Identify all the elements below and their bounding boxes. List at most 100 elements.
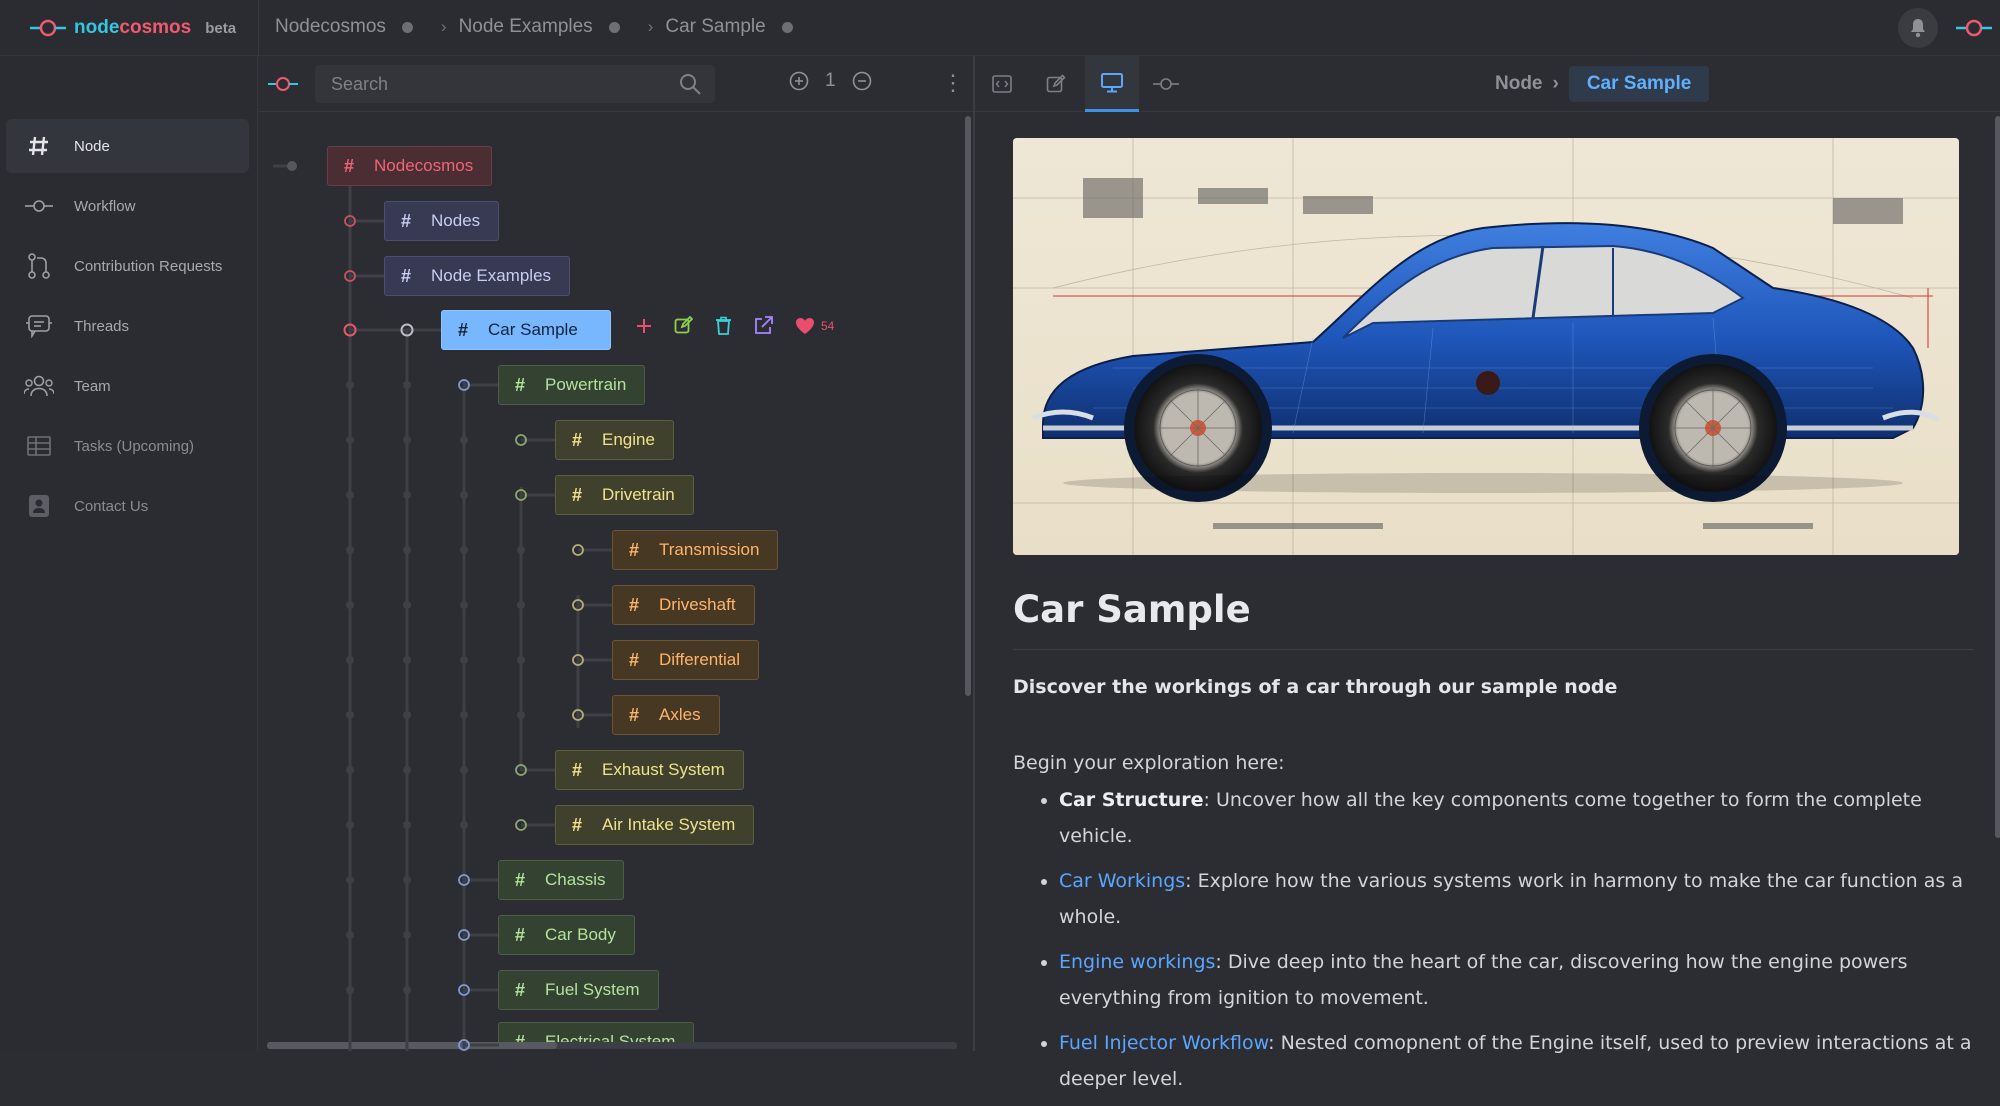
breadcrumb-parent[interactable]: Node	[1495, 73, 1543, 95]
sidebar: Node Workflow Contribution Requests Thre…	[0, 56, 258, 1051]
list-item: Car Structure: Uncover how all the key c…	[1059, 782, 1973, 854]
top-bar: nodecosmos beta Nodecosmos › Node Exampl…	[0, 0, 2000, 56]
workflow-icon	[268, 77, 298, 91]
breadcrumb-current[interactable]: Car Sample	[1568, 66, 1710, 102]
sidebar-item-threads[interactable]: Threads	[6, 299, 249, 353]
zoom-in-icon[interactable]	[789, 71, 809, 91]
hash-icon	[24, 131, 54, 161]
tree-node[interactable]: # Engine	[555, 420, 674, 460]
tree-node[interactable]: # Nodecosmos	[327, 146, 493, 186]
tree-connectors	[273, 161, 613, 1051]
hash-icon: #	[515, 374, 526, 395]
sidebar-item-label: Node	[74, 137, 110, 155]
hash-icon: #	[572, 814, 583, 835]
delete-icon[interactable]	[715, 316, 732, 335]
tree-node[interactable]: # Transmission	[612, 530, 779, 570]
tree-node[interactable]: # Chassis	[498, 860, 625, 900]
tab-markdown[interactable]	[975, 56, 1029, 112]
hash-icon: #	[344, 155, 355, 176]
user-menu-icon[interactable]	[1956, 18, 1992, 38]
tree-node[interactable]: # Nodes	[384, 201, 500, 241]
detail-toolbar: Node › Car Sample	[975, 56, 2000, 112]
lead-text: Discover the workings of a car through o…	[1013, 676, 1618, 698]
like-count: 54	[821, 318, 835, 333]
list-item: Car Workings: Explore how the various sy…	[1059, 863, 1973, 935]
tree-node[interactable]: # Electrical System	[498, 1022, 695, 1043]
edit-icon[interactable]	[674, 316, 693, 335]
page-title: Car Sample	[1013, 588, 1973, 650]
code-box-icon	[992, 75, 1012, 93]
zoom-controls: 1	[789, 70, 872, 92]
hash-icon: #	[401, 265, 412, 286]
intro-text: Begin your exploration here:	[1013, 752, 1285, 774]
sidebar-item-workflow[interactable]: Workflow	[6, 179, 249, 233]
tree-node[interactable]: # Drivetrain	[555, 475, 694, 515]
monitor-icon	[1101, 72, 1123, 92]
tree-node[interactable]: # Powertrain	[498, 365, 646, 405]
engine-workings-link[interactable]: Engine workings	[1059, 951, 1215, 973]
detail-breadcrumb: Node › Car Sample	[1495, 66, 1710, 102]
tree-node-selected[interactable]: # Car Sample	[441, 310, 611, 350]
team-icon	[24, 371, 54, 401]
notifications-button[interactable]	[1898, 8, 1938, 48]
sidebar-item-label: Threads	[74, 317, 130, 335]
hash-icon: #	[515, 869, 526, 890]
sidebar-item-label: Tasks (Upcoming)	[74, 437, 195, 455]
sidebar-item-tasks[interactable]: Tasks (Upcoming)	[6, 419, 249, 473]
tab-view[interactable]	[1085, 56, 1139, 112]
add-node-icon[interactable]	[636, 318, 652, 334]
tab-edit[interactable]	[1029, 56, 1083, 112]
search-icon	[680, 74, 701, 95]
hash-icon: #	[515, 1031, 526, 1043]
breadcrumb-item[interactable]: Car Sample	[665, 16, 820, 38]
app-logo[interactable]: nodecosmos beta	[30, 17, 236, 39]
edit-icon	[1046, 74, 1066, 93]
sidebar-item-contact-us[interactable]: Contact Us	[6, 479, 249, 533]
workflow-icon	[1153, 78, 1179, 90]
tree-node[interactable]: # Air Intake System	[555, 805, 755, 845]
tree-node[interactable]: # Differential	[612, 640, 759, 680]
hash-icon: #	[572, 759, 583, 780]
chevron-right-icon: ›	[440, 17, 447, 36]
heart-icon[interactable]	[795, 317, 815, 335]
open-external-icon[interactable]	[754, 316, 773, 335]
tree-node[interactable]: # Exhaust System	[555, 750, 744, 790]
tree-node[interactable]: # Car Body	[498, 915, 635, 955]
node-description: Car Sample Discover the workings of a ca…	[1013, 588, 1973, 1106]
workflow-icon	[24, 191, 54, 221]
hash-icon: #	[629, 539, 640, 560]
node-actions: 54	[636, 316, 834, 335]
more-options-icon[interactable]: ⋮	[942, 72, 964, 94]
beta-badge: beta	[205, 19, 237, 37]
tree-node[interactable]: # Node Examples	[384, 256, 571, 296]
sidebar-item-node[interactable]: Node	[6, 119, 249, 173]
car-blueprint-image	[1013, 138, 1959, 555]
tree-node[interactable]: # Driveshaft	[612, 585, 755, 625]
tree-node-clip: # Electrical System	[498, 1022, 695, 1043]
zoom-out-icon[interactable]	[852, 71, 872, 91]
vertical-scrollbar[interactable]	[1995, 116, 2000, 838]
threads-icon	[24, 311, 54, 341]
hash-icon: #	[629, 704, 640, 725]
table-icon	[24, 431, 54, 461]
tree-node[interactable]: # Axles	[612, 695, 720, 735]
search-input[interactable]: Search	[315, 65, 715, 103]
sidebar-item-contribution-requests[interactable]: Contribution Requests	[6, 239, 249, 293]
car-workings-link[interactable]: Car Workings	[1059, 870, 1185, 892]
bullet-list: Car Structure: Uncover how all the key c…	[1013, 782, 1973, 1097]
bullet-strong: Car Structure	[1059, 789, 1204, 811]
sidebar-item-label: Contribution Requests	[74, 257, 223, 275]
tree-node[interactable]: # Fuel System	[498, 970, 659, 1010]
hash-icon: #	[458, 319, 469, 340]
sidebar-item-team[interactable]: Team	[6, 359, 249, 413]
bell-icon	[1911, 19, 1925, 38]
sidebar-item-label: Workflow	[74, 197, 136, 215]
git-pull-request-icon	[24, 251, 54, 281]
logo-icon	[30, 19, 66, 37]
hash-icon: #	[629, 594, 640, 615]
tab-workflow[interactable]	[1139, 56, 1193, 112]
breadcrumb-item[interactable]: Node Examples	[459, 16, 648, 38]
sidebar-item-label: Contact Us	[74, 497, 149, 515]
list-item: Fuel Injector Workflow: Nested comopnent…	[1059, 1025, 1973, 1097]
breadcrumb-item[interactable]: Nodecosmos	[275, 16, 441, 38]
